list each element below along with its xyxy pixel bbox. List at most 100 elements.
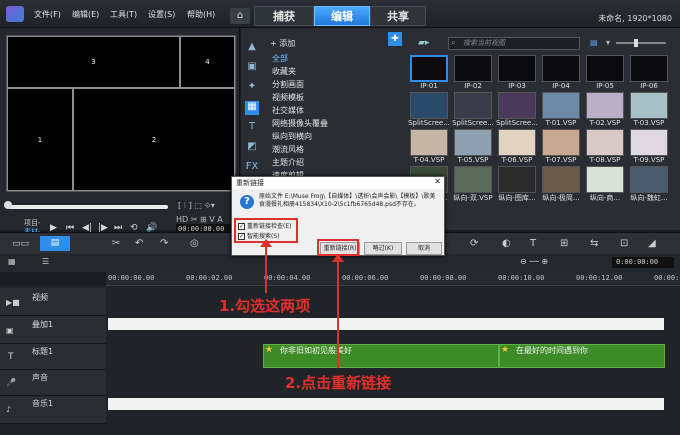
category-item[interactable]: 分割画面 [272, 78, 397, 91]
category-item[interactable]: 全部 [272, 52, 397, 65]
template-thumbnail[interactable] [542, 129, 580, 156]
skip-button[interactable]: 略过(K) [364, 242, 402, 255]
template-thumbnail[interactable] [542, 92, 580, 119]
template-thumbnail[interactable] [630, 129, 668, 156]
menu-edit[interactable]: 编辑(E) [72, 9, 99, 20]
title-clip[interactable]: 你非旧如初见般美好 [263, 344, 499, 368]
view-list-icon[interactable]: ▤ [590, 38, 598, 47]
split-cell-1: 1 [7, 88, 73, 191]
thumbnail-label: T-04.VSP [413, 156, 445, 164]
trim-markers-icon[interactable]: [ ⁝ ] ⬚ ⟐▾ [178, 201, 215, 211]
speed-icon[interactable]: ⇆ [590, 238, 598, 249]
split-cell-3: 3 [7, 36, 180, 88]
template-thumbnail[interactable] [542, 166, 580, 193]
media-icon[interactable]: ▲ [245, 41, 259, 55]
track-header-video[interactable]: ▶■ 视频 [0, 288, 106, 316]
template-thumbnail[interactable] [630, 92, 668, 119]
thumbnail-label: T-01.VSP [545, 119, 577, 127]
track-name: 视频 [32, 293, 48, 302]
menu-file[interactable]: 文件(F) [34, 9, 61, 20]
tab-edit[interactable]: 编辑 [314, 6, 370, 26]
thumbnail-size-slider[interactable] [616, 42, 666, 44]
scrub-handle[interactable] [4, 201, 12, 209]
track-header-voice[interactable]: 🎤 声音 [0, 370, 106, 396]
menu-help[interactable]: 帮助(H) [187, 9, 215, 20]
template-thumbnail[interactable] [454, 92, 492, 119]
cancel-button[interactable]: 取消 [406, 242, 442, 255]
category-item[interactable]: 收藏夹 [272, 65, 397, 78]
export-icon[interactable]: ◢ [648, 238, 656, 249]
thumbnail-label: IP-05 [596, 82, 614, 90]
record-icon[interactable]: ◎ [190, 238, 199, 249]
home-icon[interactable]: ⌂ [230, 8, 250, 24]
track-manager-icon[interactable]: ▦ [8, 257, 16, 266]
scrub-bar[interactable] [8, 205, 168, 209]
template-thumbnail[interactable] [454, 55, 492, 82]
template-thumbnail[interactable] [586, 55, 624, 82]
category-item[interactable]: 视频模板 [272, 91, 397, 104]
search-input[interactable]: 搜索当前视图 [448, 37, 580, 50]
tab-share[interactable]: 共享 [370, 6, 426, 26]
split-screen-icon[interactable]: ⊞ [560, 238, 568, 249]
thumbnail-label: T-08.VSP [589, 156, 621, 164]
redo-icon[interactable]: ↷ [160, 238, 168, 249]
motion-icon[interactable]: ⟳ [470, 238, 478, 249]
template-thumbnail[interactable] [454, 166, 492, 193]
graphic-icon[interactable]: ◩ [245, 141, 259, 155]
zoom-icon[interactable]: ⊖ ── ⊕ [520, 257, 548, 266]
template-icon[interactable]: ▦ [245, 101, 259, 115]
menu-settings[interactable]: 设置(S) [148, 9, 175, 20]
template-thumbnail[interactable] [630, 166, 668, 193]
track-header-title[interactable]: T 标题1 [0, 344, 106, 370]
template-thumbnail[interactable] [586, 92, 624, 119]
menu-tools[interactable]: 工具(T) [110, 9, 137, 20]
timeline-timecode[interactable]: 0:00:00:00 [612, 257, 674, 268]
track-header-music[interactable]: ♪ 音乐1 [0, 396, 106, 424]
title-clip[interactable]: 在最好的时间遇到你 [499, 344, 665, 368]
template-thumbnail[interactable] [454, 129, 492, 156]
category-item[interactable]: 主题介绍 [272, 156, 397, 169]
pin-icon[interactable]: ✚ [388, 32, 402, 46]
size-icon[interactable]: HD ✂ ⊞ V A [176, 215, 223, 224]
close-icon[interactable]: ✕ [434, 177, 441, 186]
instant-project-icon[interactable]: ▣ [245, 61, 259, 75]
storyboard-view-icon[interactable]: ▭▭ [12, 239, 29, 249]
filter-icon[interactable]: FX [245, 161, 259, 175]
template-thumbnail[interactable] [498, 55, 536, 82]
track-header-overlay[interactable]: ▣ 叠加1 [0, 316, 106, 344]
ruler-label: 00:00:04.00 [264, 274, 311, 282]
template-thumbnail[interactable] [630, 55, 668, 82]
template-thumbnail[interactable] [410, 92, 448, 119]
add-button[interactable]: + 添加 [270, 38, 295, 49]
crop-icon[interactable]: ⊡ [620, 238, 628, 249]
annotation-arrow-up [332, 254, 344, 262]
template-thumbnail[interactable] [586, 129, 624, 156]
category-item[interactable]: 网络摄像头覆叠 [272, 117, 397, 130]
overlay-clip[interactable] [108, 318, 664, 330]
tab-capture[interactable]: 捕获 [254, 6, 314, 26]
chapter-icon[interactable]: ☰ [42, 257, 49, 266]
undo-icon[interactable]: ↶ [135, 238, 143, 249]
track-name: 叠加1 [32, 320, 54, 329]
title-tool-icon[interactable]: T [530, 238, 536, 249]
template-thumbnail[interactable] [542, 55, 580, 82]
transition-icon[interactable]: ✦ [245, 81, 259, 95]
mask-icon[interactable]: ◐ [502, 238, 511, 249]
editor-window: 文件(F) 编辑(E) 工具(T) 设置(S) 帮助(H) ⌂ 捕获 编辑 共享… [0, 0, 680, 435]
slider-handle[interactable] [634, 39, 638, 47]
title-icon[interactable]: T [245, 121, 259, 135]
category-item[interactable]: 纵向到横向 [272, 130, 397, 143]
template-thumbnail[interactable] [498, 166, 536, 193]
timeline-view-icon[interactable]: ▤ [40, 236, 70, 251]
template-thumbnail[interactable] [498, 129, 536, 156]
category-item[interactable]: 社交媒体 [272, 104, 397, 117]
template-thumbnail[interactable] [498, 92, 536, 119]
template-thumbnail[interactable] [586, 166, 624, 193]
tools-icon[interactable]: ✂ [112, 238, 120, 249]
category-item[interactable]: 潮流风格 [272, 143, 397, 156]
template-thumbnail[interactable] [410, 55, 448, 82]
sort-icon[interactable]: ▾ [606, 38, 610, 47]
music-clip[interactable] [108, 398, 664, 410]
template-thumbnail[interactable] [410, 129, 448, 156]
folder-icon[interactable]: ▰▸ [418, 38, 429, 48]
